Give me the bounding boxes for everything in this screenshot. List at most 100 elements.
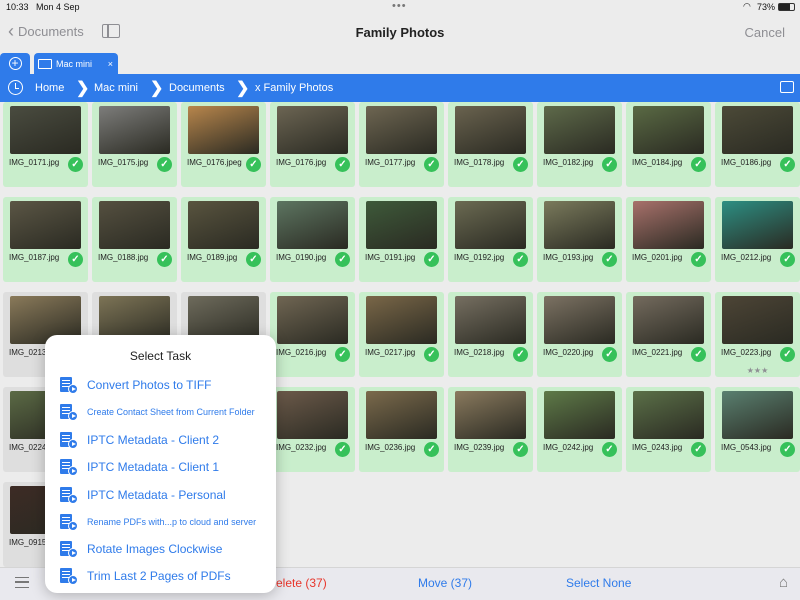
checkmark-icon[interactable]: ✓	[602, 347, 617, 362]
photo-cell[interactable]: IMG_0184.jpg ✓	[626, 102, 711, 187]
breadcrumb-mac-mini[interactable]: Mac mini	[94, 82, 138, 94]
photo-cell[interactable]: IMG_0223.jpg ✓ ★★★	[715, 292, 800, 377]
photo-thumbnail[interactable]	[277, 201, 348, 249]
checkmark-icon[interactable]: ✓	[780, 157, 795, 172]
photo-cell[interactable]: IMG_0239.jpg ✓	[448, 387, 533, 472]
photo-thumbnail[interactable]	[544, 391, 615, 439]
photo-cell[interactable]: IMG_0216.jpg ✓	[270, 292, 355, 377]
photo-cell[interactable]: IMG_0191.jpg ✓	[359, 197, 444, 282]
photo-thumbnail[interactable]	[633, 106, 704, 154]
menu-icon[interactable]	[15, 577, 29, 588]
checkmark-icon[interactable]: ✓	[335, 347, 350, 362]
photo-cell[interactable]: IMG_0186.jpg ✓	[715, 102, 800, 187]
photo-cell[interactable]: IMG_0189.jpg ✓	[181, 197, 266, 282]
photo-thumbnail[interactable]	[544, 201, 615, 249]
checkmark-icon[interactable]: ✓	[513, 442, 528, 457]
photo-cell[interactable]: IMG_0192.jpg ✓	[448, 197, 533, 282]
photo-thumbnail[interactable]	[277, 106, 348, 154]
photo-thumbnail[interactable]	[455, 201, 526, 249]
checkmark-icon[interactable]: ✓	[157, 252, 172, 267]
breadcrumb-home[interactable]: Home	[35, 82, 64, 94]
file-info-icon[interactable]	[780, 81, 794, 93]
move-button[interactable]: Move (37)	[418, 576, 472, 590]
task-item[interactable]: Create Contact Sheet from Current Folder	[60, 401, 255, 423]
photo-thumbnail[interactable]	[366, 106, 437, 154]
checkmark-icon[interactable]: ✓	[246, 252, 261, 267]
checkmark-icon[interactable]: ✓	[780, 442, 795, 457]
checkmark-icon[interactable]: ✓	[602, 252, 617, 267]
photo-cell[interactable]: IMG_0175.jpg ✓	[92, 102, 177, 187]
task-item[interactable]: IPTC Metadata - Client 2	[60, 429, 219, 451]
checkmark-icon[interactable]: ✓	[246, 157, 261, 172]
photo-cell[interactable]: IMG_0543.jpg ✓	[715, 387, 800, 472]
checkmark-icon[interactable]: ✓	[513, 347, 528, 362]
checkmark-icon[interactable]: ✓	[424, 157, 439, 172]
delete-button[interactable]: elete (37)	[276, 576, 327, 590]
checkmark-icon[interactable]: ✓	[335, 442, 350, 457]
photo-cell[interactable]: IMG_0243.jpg ✓	[626, 387, 711, 472]
checkmark-icon[interactable]: ✓	[513, 252, 528, 267]
checkmark-icon[interactable]: ✓	[780, 252, 795, 267]
checkmark-icon[interactable]: ✓	[780, 347, 795, 362]
close-tab-icon[interactable]: ×	[108, 59, 113, 69]
photo-thumbnail[interactable]	[455, 296, 526, 344]
photo-thumbnail[interactable]	[277, 391, 348, 439]
checkmark-icon[interactable]: ✓	[335, 157, 350, 172]
multitasking-dots-icon[interactable]: •••	[392, 0, 407, 12]
photo-thumbnail[interactable]	[366, 201, 437, 249]
photo-thumbnail[interactable]	[188, 201, 259, 249]
photo-thumbnail[interactable]	[544, 296, 615, 344]
task-item[interactable]: IPTC Metadata - Personal	[60, 484, 226, 506]
photo-thumbnail[interactable]	[99, 201, 170, 249]
photo-cell[interactable]: IMG_0176.jpeg ✓	[181, 102, 266, 187]
photo-thumbnail[interactable]	[99, 106, 170, 154]
task-item[interactable]: IPTC Metadata - Client 1	[60, 456, 219, 478]
breadcrumb-family-photos[interactable]: x Family Photos	[255, 82, 333, 94]
photo-cell[interactable]: IMG_0220.jpg ✓	[537, 292, 622, 377]
photo-cell[interactable]: IMG_0217.jpg ✓	[359, 292, 444, 377]
photo-cell[interactable]: IMG_0190.jpg ✓	[270, 197, 355, 282]
task-item[interactable]: Convert Photos to TIFF	[60, 374, 212, 396]
checkmark-icon[interactable]: ✓	[691, 442, 706, 457]
photo-thumbnail[interactable]	[633, 201, 704, 249]
checkmark-icon[interactable]: ✓	[157, 157, 172, 172]
photo-cell[interactable]: IMG_0232.jpg ✓	[270, 387, 355, 472]
checkmark-icon[interactable]: ✓	[424, 347, 439, 362]
task-item[interactable]: Rename PDFs with...p to cloud and server	[60, 511, 256, 533]
photo-cell[interactable]: IMG_0187.jpg ✓	[3, 197, 88, 282]
breadcrumb-documents[interactable]: Documents	[169, 82, 225, 94]
history-icon[interactable]	[8, 80, 23, 95]
checkmark-icon[interactable]: ✓	[424, 252, 439, 267]
photo-cell[interactable]: IMG_0236.jpg ✓	[359, 387, 444, 472]
checkmark-icon[interactable]: ✓	[68, 252, 83, 267]
add-tab-button[interactable]: +	[0, 53, 30, 74]
photo-cell[interactable]: IMG_0201.jpg ✓	[626, 197, 711, 282]
select-none-button[interactable]: Select None	[566, 576, 631, 590]
photo-thumbnail[interactable]	[366, 296, 437, 344]
checkmark-icon[interactable]: ✓	[691, 347, 706, 362]
checkmark-icon[interactable]: ✓	[335, 252, 350, 267]
checkmark-icon[interactable]: ✓	[424, 442, 439, 457]
photo-thumbnail[interactable]	[544, 106, 615, 154]
photo-thumbnail[interactable]	[722, 296, 793, 344]
photo-cell[interactable]: IMG_0193.jpg ✓	[537, 197, 622, 282]
tab-mac-mini[interactable]: Mac mini ×	[34, 53, 118, 74]
photo-cell[interactable]: IMG_0182.jpg ✓	[537, 102, 622, 187]
home-icon[interactable]: ⌂	[779, 574, 788, 591]
photo-thumbnail[interactable]	[188, 106, 259, 154]
photo-thumbnail[interactable]	[633, 296, 704, 344]
photo-cell[interactable]: IMG_0218.jpg ✓	[448, 292, 533, 377]
photo-thumbnail[interactable]	[455, 391, 526, 439]
photo-cell[interactable]: IMG_0242.jpg ✓	[537, 387, 622, 472]
photo-cell[interactable]: IMG_0171.jpg ✓	[3, 102, 88, 187]
photo-cell[interactable]: IMG_0188.jpg ✓	[92, 197, 177, 282]
task-item[interactable]: Rotate Images Clockwise	[60, 538, 222, 560]
cancel-button[interactable]: Cancel	[745, 25, 785, 40]
photo-thumbnail[interactable]	[277, 296, 348, 344]
checkmark-icon[interactable]: ✓	[691, 157, 706, 172]
photo-thumbnail[interactable]	[455, 106, 526, 154]
checkmark-icon[interactable]: ✓	[602, 442, 617, 457]
task-item[interactable]: Trim Last 2 Pages of PDFs	[60, 565, 231, 587]
photo-thumbnail[interactable]	[10, 106, 81, 154]
photo-thumbnail[interactable]	[366, 391, 437, 439]
